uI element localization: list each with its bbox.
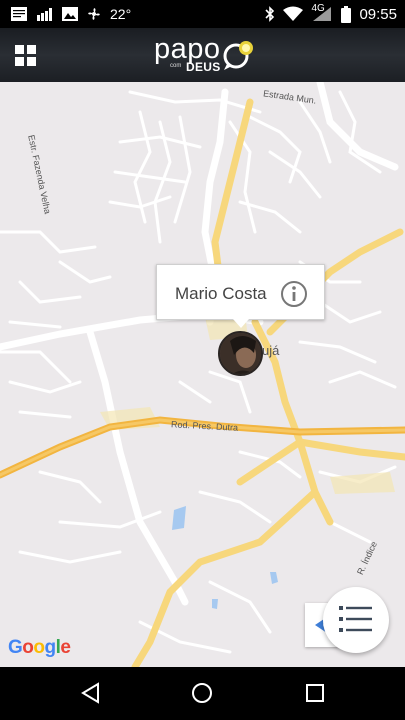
logo-com-text: com [170, 63, 182, 69]
battery-icon [341, 5, 352, 23]
cell-signal-icon: 4G [311, 3, 333, 22]
google-letter-g2: g [44, 637, 57, 658]
home-circle-icon[interactable] [190, 681, 214, 705]
google-letter-e: e [60, 637, 71, 658]
grid-menu-icon[interactable] [15, 45, 36, 66]
app-header: papo com DEUS [0, 28, 405, 82]
google-logo: Google [8, 637, 71, 659]
list-button[interactable] [323, 587, 389, 653]
google-letter-o1: o [22, 637, 34, 658]
back-triangle-icon[interactable] [78, 681, 102, 705]
clock-text: 09:55 [359, 5, 397, 23]
signal-bars-icon [36, 7, 54, 21]
image-icon [62, 7, 78, 21]
marker-info-popup[interactable]: Mario Costa [156, 264, 325, 328]
list-icon [339, 606, 372, 632]
google-letter-o2: o [33, 637, 45, 658]
system-nav-bar [0, 667, 405, 720]
wifi-icon [283, 6, 304, 22]
bluetooth-icon [265, 6, 275, 22]
google-letter-g: G [8, 637, 23, 658]
map-view[interactable]: Estrada Mun. Estr. Fazenda Velha Rod. Pr… [0, 82, 405, 667]
status-bar: 22° 4G 09:55 [0, 0, 405, 28]
temperature-text: 22° [110, 6, 132, 22]
fan-icon [86, 6, 102, 22]
app-logo: papo com DEUS [154, 33, 258, 77]
info-icon[interactable] [280, 280, 308, 308]
map-streets [0, 82, 405, 667]
notification-icon [10, 6, 28, 22]
recents-square-icon[interactable] [303, 681, 327, 705]
network-type-text: 4G [311, 3, 325, 14]
logo-deus-text: DEUS [186, 60, 221, 74]
user-avatar-marker[interactable] [218, 331, 263, 376]
popup-user-name: Mario Costa [175, 284, 267, 303]
speech-bubble-logo-icon [223, 41, 253, 70]
town-label: ujá [262, 343, 280, 358]
